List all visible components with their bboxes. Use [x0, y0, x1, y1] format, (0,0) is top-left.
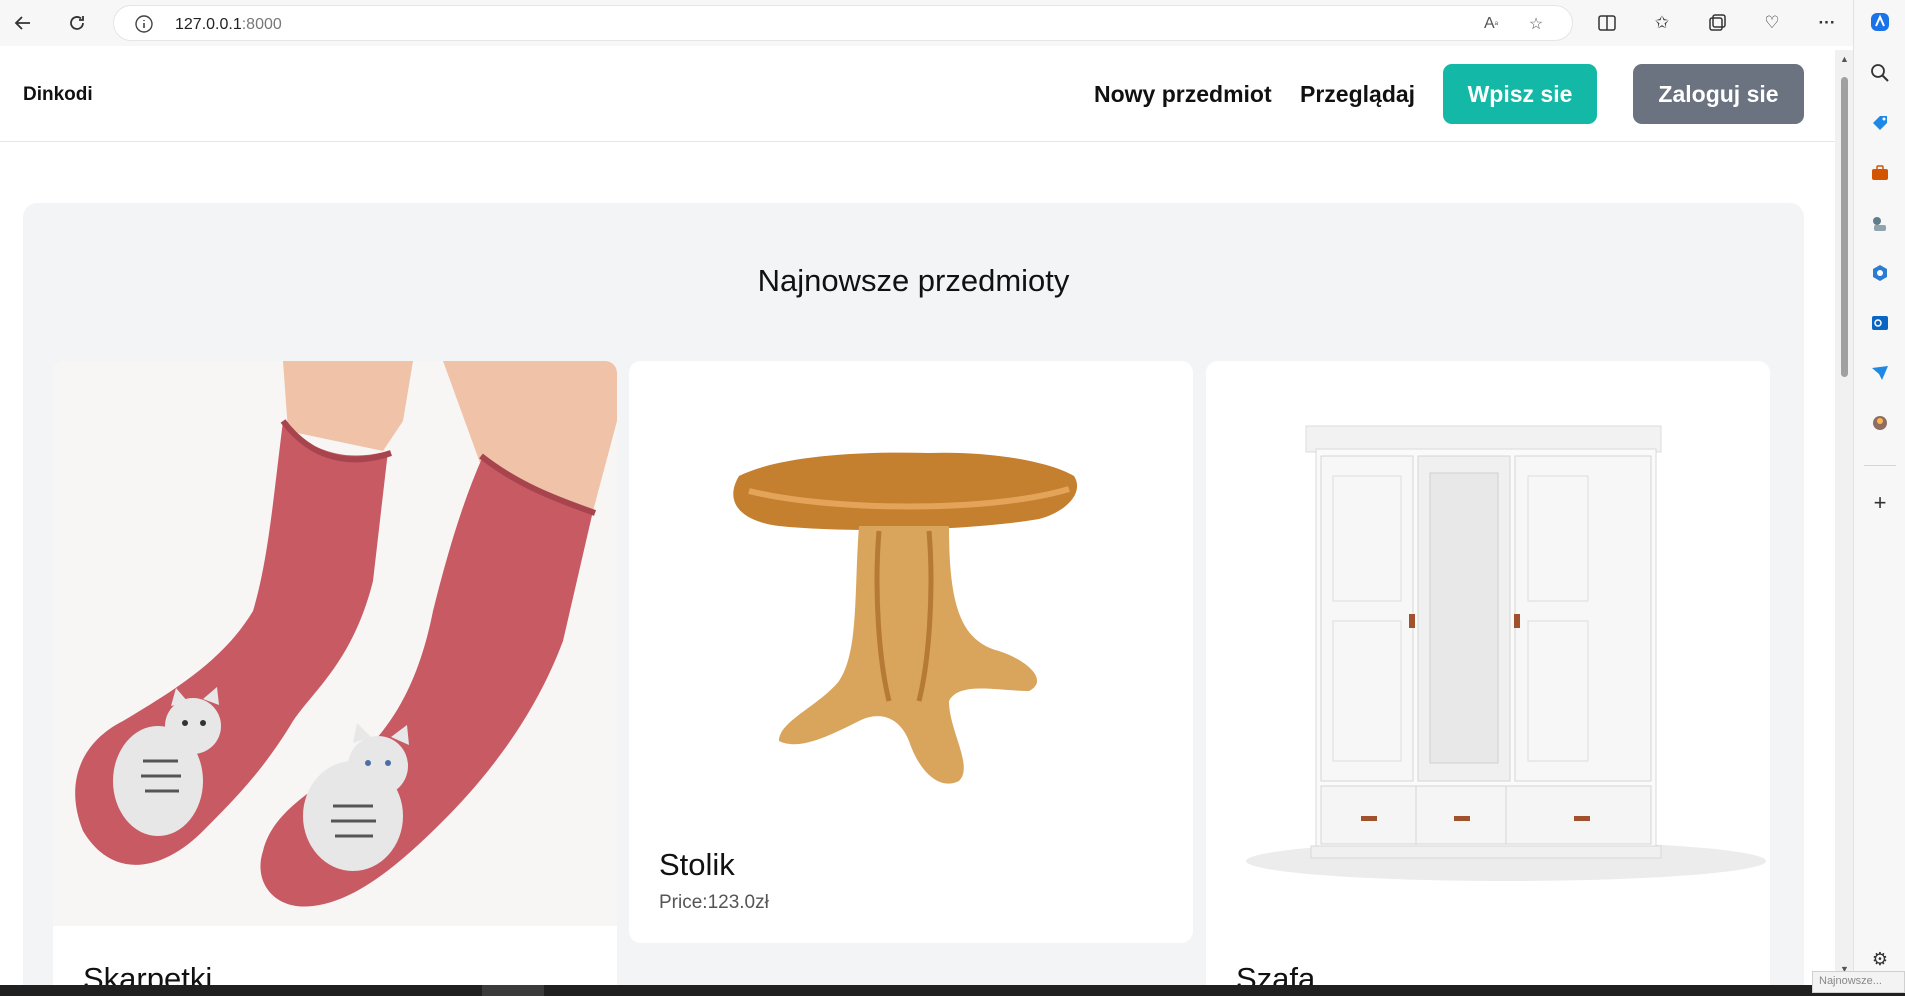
- item-image-socks[interactable]: [53, 361, 617, 926]
- page-scrollbar[interactable]: ▲ ▼: [1835, 50, 1853, 985]
- back-button[interactable]: [7, 8, 39, 38]
- sidebar-divider: [1864, 465, 1896, 466]
- collections-icon[interactable]: [1702, 8, 1732, 38]
- site-navbar: Dinkodi Nowy przedmiot Przeglądaj Wpisz …: [0, 46, 1835, 142]
- section-title: Najnowsze przedmioty: [757, 263, 1070, 298]
- item-card-table[interactable]: Stolik Price:123.0zł: [629, 361, 1193, 943]
- url-host: 127.0.0.1: [175, 16, 242, 33]
- taskbar-notification: Najnowsze...: [1812, 971, 1905, 993]
- extension-app-icon[interactable]: [1867, 410, 1893, 436]
- more-options-icon[interactable]: ···: [1812, 8, 1842, 38]
- site-info-icon[interactable]: [134, 14, 154, 39]
- copilot-icon[interactable]: [1867, 9, 1893, 35]
- taskbar-active-app[interactable]: [482, 985, 544, 996]
- read-aloud-icon[interactable]: Aᵃ: [1479, 12, 1503, 36]
- browser-essentials-icon[interactable]: ♡: [1757, 8, 1787, 38]
- refresh-button[interactable]: [61, 8, 93, 38]
- login-button[interactable]: Zaloguj sie: [1633, 64, 1804, 124]
- split-screen-icon[interactable]: [1592, 8, 1622, 38]
- item-card-socks[interactable]: Skarpetki: [53, 361, 617, 985]
- shopping-tag-icon[interactable]: [1867, 110, 1893, 136]
- item-title[interactable]: Szafa: [1236, 961, 1315, 985]
- url-text[interactable]: 127.0.0.1:8000: [175, 16, 282, 34]
- brand-logo-text[interactable]: Dinkodi: [23, 84, 93, 106]
- scrollbar-thumb[interactable]: [1841, 77, 1848, 377]
- back-arrow-icon: [14, 16, 30, 30]
- send-icon[interactable]: [1867, 360, 1893, 386]
- edge-sidebar: + ⚙: [1853, 0, 1905, 996]
- item-price: Price:123.0zł: [659, 892, 769, 913]
- item-title[interactable]: Skarpetki: [83, 961, 212, 985]
- url-port: :8000: [241, 16, 282, 33]
- scroll-up-arrow-icon[interactable]: ▲: [1840, 54, 1849, 64]
- address-bar[interactable]: 127.0.0.1:8000 Aᵃ ☆: [113, 5, 1573, 41]
- tools-briefcase-icon[interactable]: [1867, 160, 1893, 186]
- add-plus-icon[interactable]: +: [1867, 490, 1893, 516]
- taskbar-strip: Najnowsze...: [0, 971, 1905, 996]
- sidebar-settings-gear-icon[interactable]: ⚙: [1867, 946, 1893, 972]
- favorite-star-icon[interactable]: ☆: [1524, 12, 1548, 36]
- refresh-icon: [70, 16, 84, 30]
- item-card-wardrobe[interactable]: Szafa: [1206, 361, 1770, 985]
- favorites-icon[interactable]: ✩: [1647, 8, 1677, 38]
- item-image-table[interactable]: [629, 361, 1193, 831]
- games-icon[interactable]: [1867, 210, 1893, 236]
- search-icon[interactable]: [1867, 60, 1893, 86]
- browser-toolbar: 127.0.0.1:8000 Aᵃ ☆ ✩ ♡ ···: [0, 0, 1905, 46]
- signup-button[interactable]: Wpisz sie: [1443, 64, 1597, 124]
- outlook-icon[interactable]: [1867, 310, 1893, 336]
- nav-link-new-item[interactable]: Nowy przedmiot: [1094, 81, 1272, 108]
- item-image-wardrobe[interactable]: [1206, 361, 1770, 926]
- microsoft365-icon[interactable]: [1867, 260, 1893, 286]
- latest-items-panel: Najnowsze przedmioty Skarpetki Stolik Pr…: [23, 203, 1804, 985]
- web-page: Dinkodi Nowy przedmiot Przeglądaj Wpisz …: [0, 46, 1835, 985]
- nav-link-browse[interactable]: Przeglądaj: [1300, 81, 1415, 108]
- item-title[interactable]: Stolik: [659, 847, 735, 883]
